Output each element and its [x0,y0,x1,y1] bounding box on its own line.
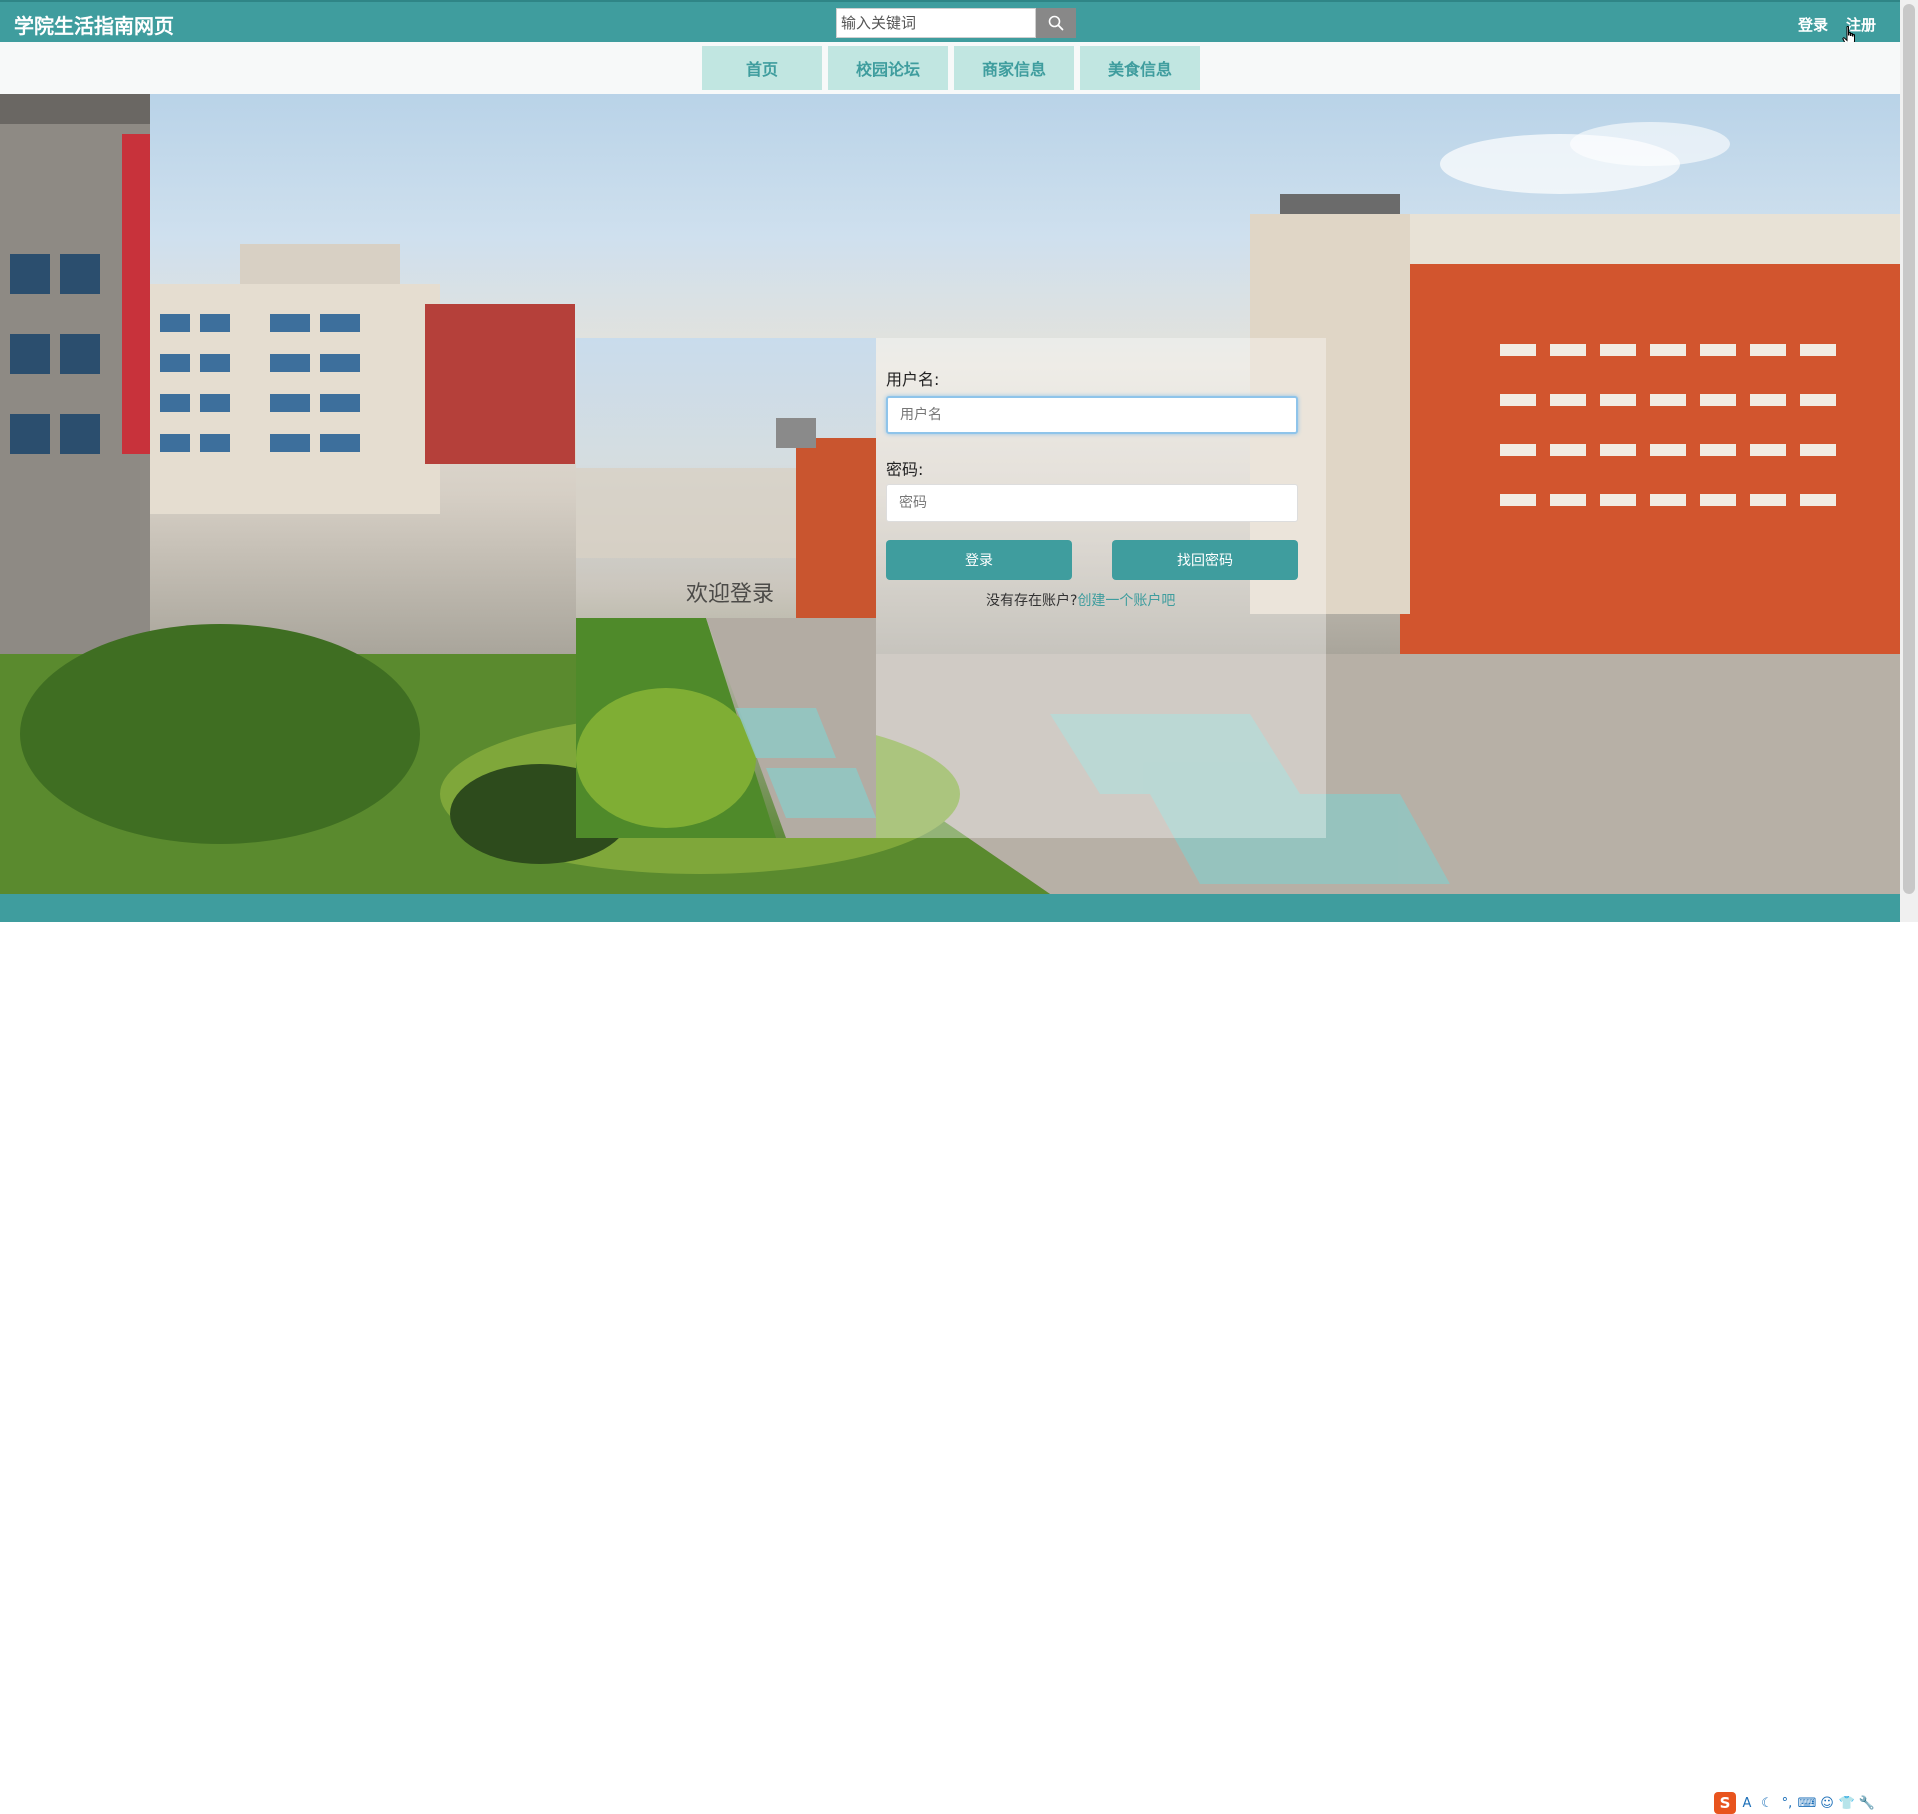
page-scrollbar[interactable] [1900,0,1918,922]
ime-keyboard-icon[interactable]: ⌨ [1798,1794,1817,1812]
nav-item-merchant-info[interactable]: 商家信息 [954,46,1074,90]
nav-item-home[interactable]: 首页 [702,46,822,90]
scrollbar-thumb[interactable] [1903,4,1915,894]
ime-moon-icon[interactable]: ☾ [1758,1794,1776,1812]
username-input[interactable] [886,396,1298,434]
ime-language-icon[interactable]: A [1738,1794,1756,1812]
campus-background-image: 欢迎登录 用户名: 密码: 登录 找回密码 没有存在账户?创建一个账户吧 [0,94,1900,894]
ime-skin-icon[interactable]: 👕 [1838,1794,1856,1812]
footer-bar: S A ☾ °, ⌨ ☺ 👕 🔧 [0,894,1900,1814]
login-button[interactable]: 登录 [886,540,1072,580]
login-panel: 欢迎登录 用户名: 密码: 登录 找回密码 没有存在账户?创建一个账户吧 [576,338,1326,838]
nav-item-campus-forum[interactable]: 校园论坛 [828,46,948,90]
create-account-link[interactable]: 创建一个账户吧 [1077,593,1175,609]
nav-item-food-info[interactable]: 美食信息 [1080,46,1200,90]
login-form: 用户名: 密码: 登录 找回密码 没有存在账户?创建一个账户吧 [876,338,1326,838]
search-input[interactable] [836,8,1036,38]
ime-punctuation-icon[interactable]: °, [1778,1794,1796,1812]
top-header-bar: 学院生活指南网页 登录 注册 [0,0,1900,42]
sogou-ime-logo-icon[interactable]: S [1714,1792,1736,1814]
site-title: 学院生活指南网页 [14,14,174,38]
search-icon [1048,15,1064,31]
ime-emoji-icon[interactable]: ☺ [1818,1794,1836,1812]
forgot-password-button[interactable]: 找回密码 [1112,540,1298,580]
password-label: 密码: [886,460,924,479]
register-hint: 没有存在账户?创建一个账户吧 [986,590,1175,610]
nav-items: 首页 校园论坛 商家信息 美食信息 [702,46,1200,90]
login-link[interactable]: 登录 [1798,14,1828,35]
ime-settings-icon[interactable]: 🔧 [1858,1794,1876,1812]
main-nav: 首页 校园论坛 商家信息 美食信息 [0,42,1900,94]
password-input[interactable] [886,484,1298,522]
welcome-text: 欢迎登录 [686,582,775,607]
username-label: 用户名: [886,370,940,389]
no-account-text: 没有存在账户? [986,593,1078,609]
search-button[interactable] [1036,8,1076,38]
auth-links: 登录 注册 [1798,14,1876,35]
search-bar [836,8,1076,38]
login-side-image: 欢迎登录 [576,338,876,838]
ime-toolbar: S A ☾ °, ⌨ ☺ 👕 🔧 [1714,1792,1876,1814]
